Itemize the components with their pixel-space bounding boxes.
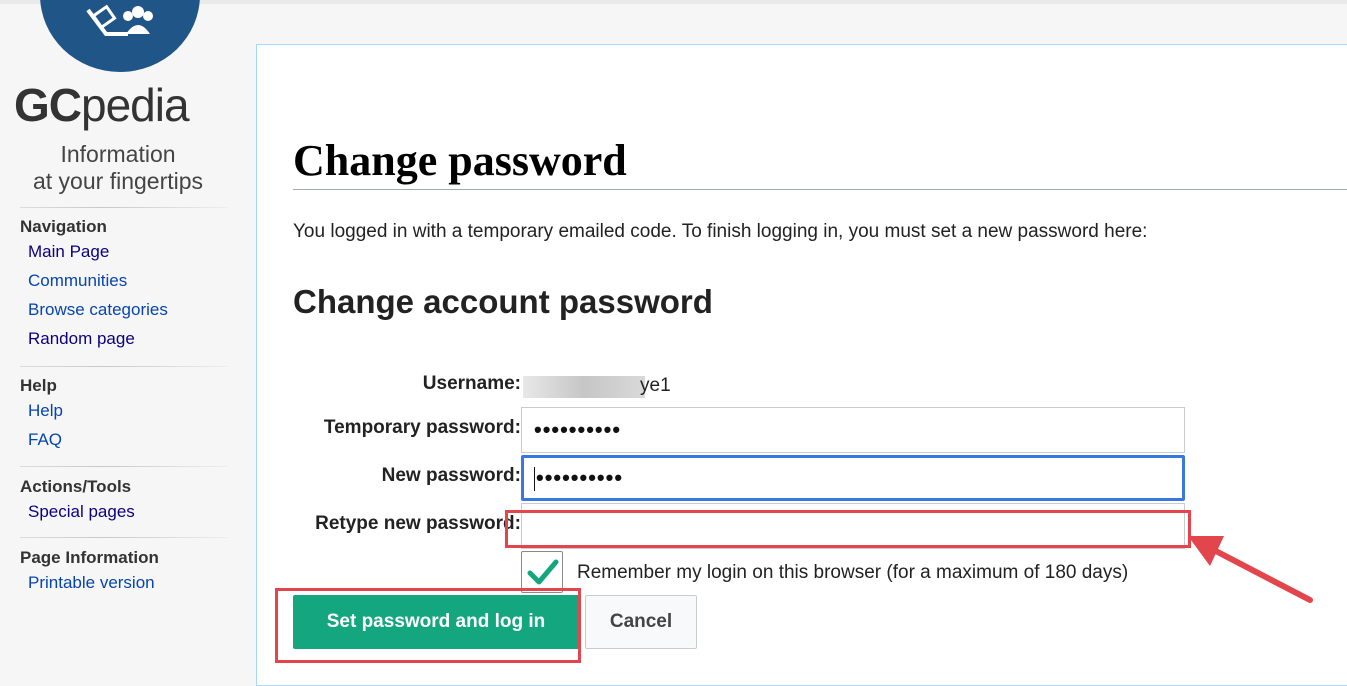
remember-login-checkbox[interactable] [521,551,563,593]
portal-separator [20,537,228,538]
portal-heading: Help [20,376,57,395]
site-tagline: Information at your fingertips [32,141,204,194]
retype-password-label: Retype new password: [315,513,521,534]
text-caret [534,467,535,492]
logo-circle[interactable] [40,0,200,72]
sidebar-item-browse-categories[interactable]: Browse categories [28,297,228,326]
annotation-highlight-retype [505,510,1191,548]
portal-navigation: Navigation Main Page Communities Browse … [20,217,228,355]
title-divider [293,189,1347,190]
sidebar-item-printable-version[interactable]: Printable version [28,570,228,599]
remember-login-label[interactable]: Remember my login on this browser (for a… [577,562,1128,584]
portal-separator [20,207,228,208]
page-title: Change password [293,136,627,185]
username-label: Username: [422,373,521,394]
portal-help: Help Help FAQ [20,376,228,456]
laptop-people-icon [86,4,153,36]
annotation-highlight-submit [275,588,581,663]
site-logo-text[interactable]: GCpedia [14,78,190,132]
cancel-button[interactable]: Cancel [585,595,697,649]
intro-text: You logged in with a temporary emailed c… [293,221,1148,242]
sidebar-item-main-page[interactable]: Main Page [28,239,228,268]
checkmark-icon [527,559,559,585]
username-value: ye1 [640,375,671,396]
sidebar-item-random-page[interactable]: Random page [28,326,228,355]
portal-separator [20,366,228,367]
new-password-label: New password: [381,465,521,486]
form-heading: Change account password [293,283,713,320]
portal-separator [20,466,228,467]
sidebar-item-special-pages[interactable]: Special pages [28,499,228,528]
sidebar-item-communities[interactable]: Communities [28,268,228,297]
temporary-password-label: Temporary password: [323,417,521,438]
portal-heading: Actions/Tools [20,477,132,496]
portal-page-information: Page Information Printable version [20,548,228,599]
temporary-password-input[interactable]: •••••••••• [521,407,1185,453]
portal-heading: Navigation [20,217,107,236]
portal-actions-tools: Actions/Tools Special pages [20,477,228,528]
sidebar-item-help[interactable]: Help [28,398,228,427]
portal-heading: Page Information [20,548,159,567]
annotation-arrow-icon [1188,536,1313,603]
sidebar-item-faq[interactable]: FAQ [28,427,228,456]
new-password-input[interactable]: •••••••••• [521,455,1185,501]
sidebar: GCpedia Information at your fingertips N… [0,0,256,686]
